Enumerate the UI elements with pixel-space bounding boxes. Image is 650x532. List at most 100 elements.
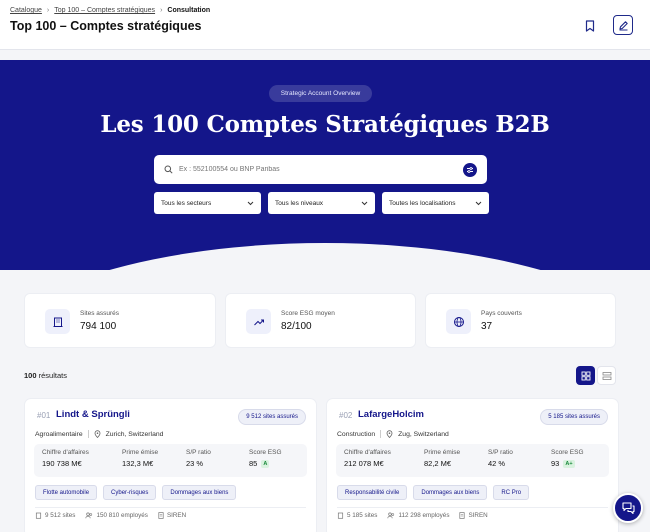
document-icon xyxy=(459,512,466,519)
location-pin-icon xyxy=(94,430,101,438)
sector-select[interactable]: Tous les secteurs xyxy=(154,192,261,214)
account-meta: Agroalimentaire Zurich, Switzerland xyxy=(35,430,163,438)
chat-bubble-icon xyxy=(621,502,635,515)
building-icon xyxy=(45,309,70,334)
footer-employees: 150 810 employés xyxy=(96,512,148,519)
metric-value: 42 % xyxy=(488,459,506,468)
bookmark-icon xyxy=(585,20,595,32)
account-sector: Agroalimentaire xyxy=(35,430,83,438)
account-sector: Construction xyxy=(337,430,376,438)
metric-value: 82,2 M€ xyxy=(424,459,452,468)
metric-value: 132,3 M€ xyxy=(122,459,154,468)
results-number: 100 xyxy=(24,371,37,380)
breadcrumb-current: Consultation xyxy=(167,7,211,14)
hero-badge: Strategic Account Overview xyxy=(269,85,372,102)
metric-value: 23 % xyxy=(186,459,204,468)
stat-card-countries: Pays couverts 37 xyxy=(425,293,616,348)
pencil-icon xyxy=(618,20,628,31)
coverage-tag[interactable]: Responsabilité civile xyxy=(337,485,408,500)
chevron-down-icon xyxy=(361,201,368,205)
account-name[interactable]: Lindt & Sprüngli xyxy=(56,409,130,420)
edit-button[interactable] xyxy=(613,15,633,35)
search-icon xyxy=(164,165,173,174)
card-footer: 5 185 sites 112 298 employés SIREN xyxy=(337,512,488,519)
metric-sp-ratio: S/P ratio 23 % xyxy=(186,449,211,468)
bookmark-button[interactable] xyxy=(580,16,600,36)
sites-insured-badge: 9 512 sites assurés xyxy=(238,409,306,425)
filter-settings-button[interactable] xyxy=(463,163,477,177)
grid-icon xyxy=(581,371,590,380)
breadcrumb-top100[interactable]: Top 100 – Comptes stratégiques xyxy=(54,7,155,14)
coverage-tags: Responsabilité civile Dommages aux biens… xyxy=(337,485,530,500)
account-location: Zug, Switzerland xyxy=(398,430,449,438)
coverage-tag[interactable]: Cyber-risques xyxy=(103,485,157,500)
account-rank: #01 xyxy=(37,411,51,420)
metric-sp-ratio: S/P ratio 42 % xyxy=(488,449,513,468)
metric-label: S/P ratio xyxy=(488,449,513,456)
users-icon xyxy=(387,512,395,519)
coverage-tag[interactable]: Flotte automobile xyxy=(35,485,98,500)
metric-esg: Score ESG 93 A+ xyxy=(551,449,584,468)
list-view-button[interactable] xyxy=(597,366,616,385)
metric-label: Prime émise xyxy=(424,449,461,456)
breadcrumb-catalogue[interactable]: Catalogue xyxy=(10,7,42,14)
account-name[interactable]: LafargeHolcim xyxy=(358,409,424,420)
results-label: résultats xyxy=(36,371,67,380)
chat-button[interactable] xyxy=(613,493,643,523)
top-bar: Catalogue › Top 100 – Comptes stratégiqu… xyxy=(0,0,650,50)
hero-title: Les 100 Comptes Stratégiques B2B xyxy=(100,111,550,138)
building-icon xyxy=(35,512,42,519)
metric-revenue: Chiffre d'affaires 212 078 M€ xyxy=(344,449,391,468)
location-select[interactable]: Toutes les localisations xyxy=(382,192,489,214)
metric-label: Prime émise xyxy=(122,449,159,456)
account-rank: #02 xyxy=(339,411,353,420)
footer-sites: 9 512 sites xyxy=(45,512,76,519)
level-select[interactable]: Tous les niveaux xyxy=(268,192,375,214)
search-input[interactable] xyxy=(179,166,449,173)
coverage-tag[interactable]: Dommages aux biens xyxy=(162,485,237,500)
metric-label: Score ESG xyxy=(551,449,584,456)
metric-label: Chiffre d'affaires xyxy=(344,449,391,456)
coverage-tags: Flotte automobile Cyber-risques Dommages… xyxy=(35,485,237,500)
chevron-down-icon xyxy=(475,201,482,205)
metric-value: 93 A+ xyxy=(551,459,575,468)
footer-sites: 5 185 sites xyxy=(347,512,378,519)
stat-label: Sites assurés xyxy=(80,310,120,317)
page-title: Top 100 – Comptes stratégiques xyxy=(10,19,202,33)
location-pin-icon xyxy=(386,430,393,438)
account-card[interactable]: #01 Lindt & Sprüngli 9 512 sites assurés… xyxy=(24,398,317,532)
search-bar xyxy=(154,155,487,184)
metric-label: Score ESG xyxy=(249,449,282,456)
stat-card-sites: Sites assurés 794 100 xyxy=(24,293,216,348)
account-card[interactable]: #02 LafargeHolcim 5 185 sites assurés Co… xyxy=(326,398,619,532)
account-metrics: Chiffre d'affaires 190 738 M€ Prime émis… xyxy=(34,444,307,477)
chevron-down-icon xyxy=(247,201,254,205)
metric-value: 190 738 M€ xyxy=(42,459,82,468)
metric-premium: Prime émise 132,3 M€ xyxy=(122,449,158,468)
esg-grade-badge: A xyxy=(261,459,270,468)
metric-esg: Score ESG 85 A xyxy=(249,449,282,468)
footer-id: SIREN xyxy=(468,512,488,519)
sector-select-value: Tous les secteurs xyxy=(161,199,212,207)
coverage-tag[interactable]: RC Pro xyxy=(493,485,530,500)
account-metrics: Chiffre d'affaires 212 078 M€ Prime émis… xyxy=(336,444,609,477)
grid-view-button[interactable] xyxy=(576,366,595,385)
breadcrumb: Catalogue › Top 100 – Comptes stratégiqu… xyxy=(10,7,210,14)
stat-value: 794 100 xyxy=(80,321,117,332)
hero-banner: Strategic Account Overview Les 100 Compt… xyxy=(0,60,650,270)
coverage-tag[interactable]: Dommages aux biens xyxy=(413,485,488,500)
level-select-value: Tous les niveaux xyxy=(275,199,324,207)
globe-icon xyxy=(446,309,471,334)
footer-employees: 112 298 employés xyxy=(398,512,450,519)
trend-up-icon xyxy=(246,309,271,334)
card-footer: 9 512 sites 150 810 employés SIREN xyxy=(35,512,186,519)
sliders-icon xyxy=(467,167,473,173)
account-location: Zurich, Switzerland xyxy=(105,430,164,438)
stat-label: Score ESG moyen xyxy=(281,310,335,317)
metric-value: 85 A xyxy=(249,459,270,468)
metric-label: S/P ratio xyxy=(186,449,211,456)
esg-grade-badge: A+ xyxy=(563,459,575,468)
stat-card-esg: Score ESG moyen 82/100 xyxy=(225,293,416,348)
users-icon xyxy=(85,512,93,519)
metric-premium: Prime émise 82,2 M€ xyxy=(424,449,460,468)
